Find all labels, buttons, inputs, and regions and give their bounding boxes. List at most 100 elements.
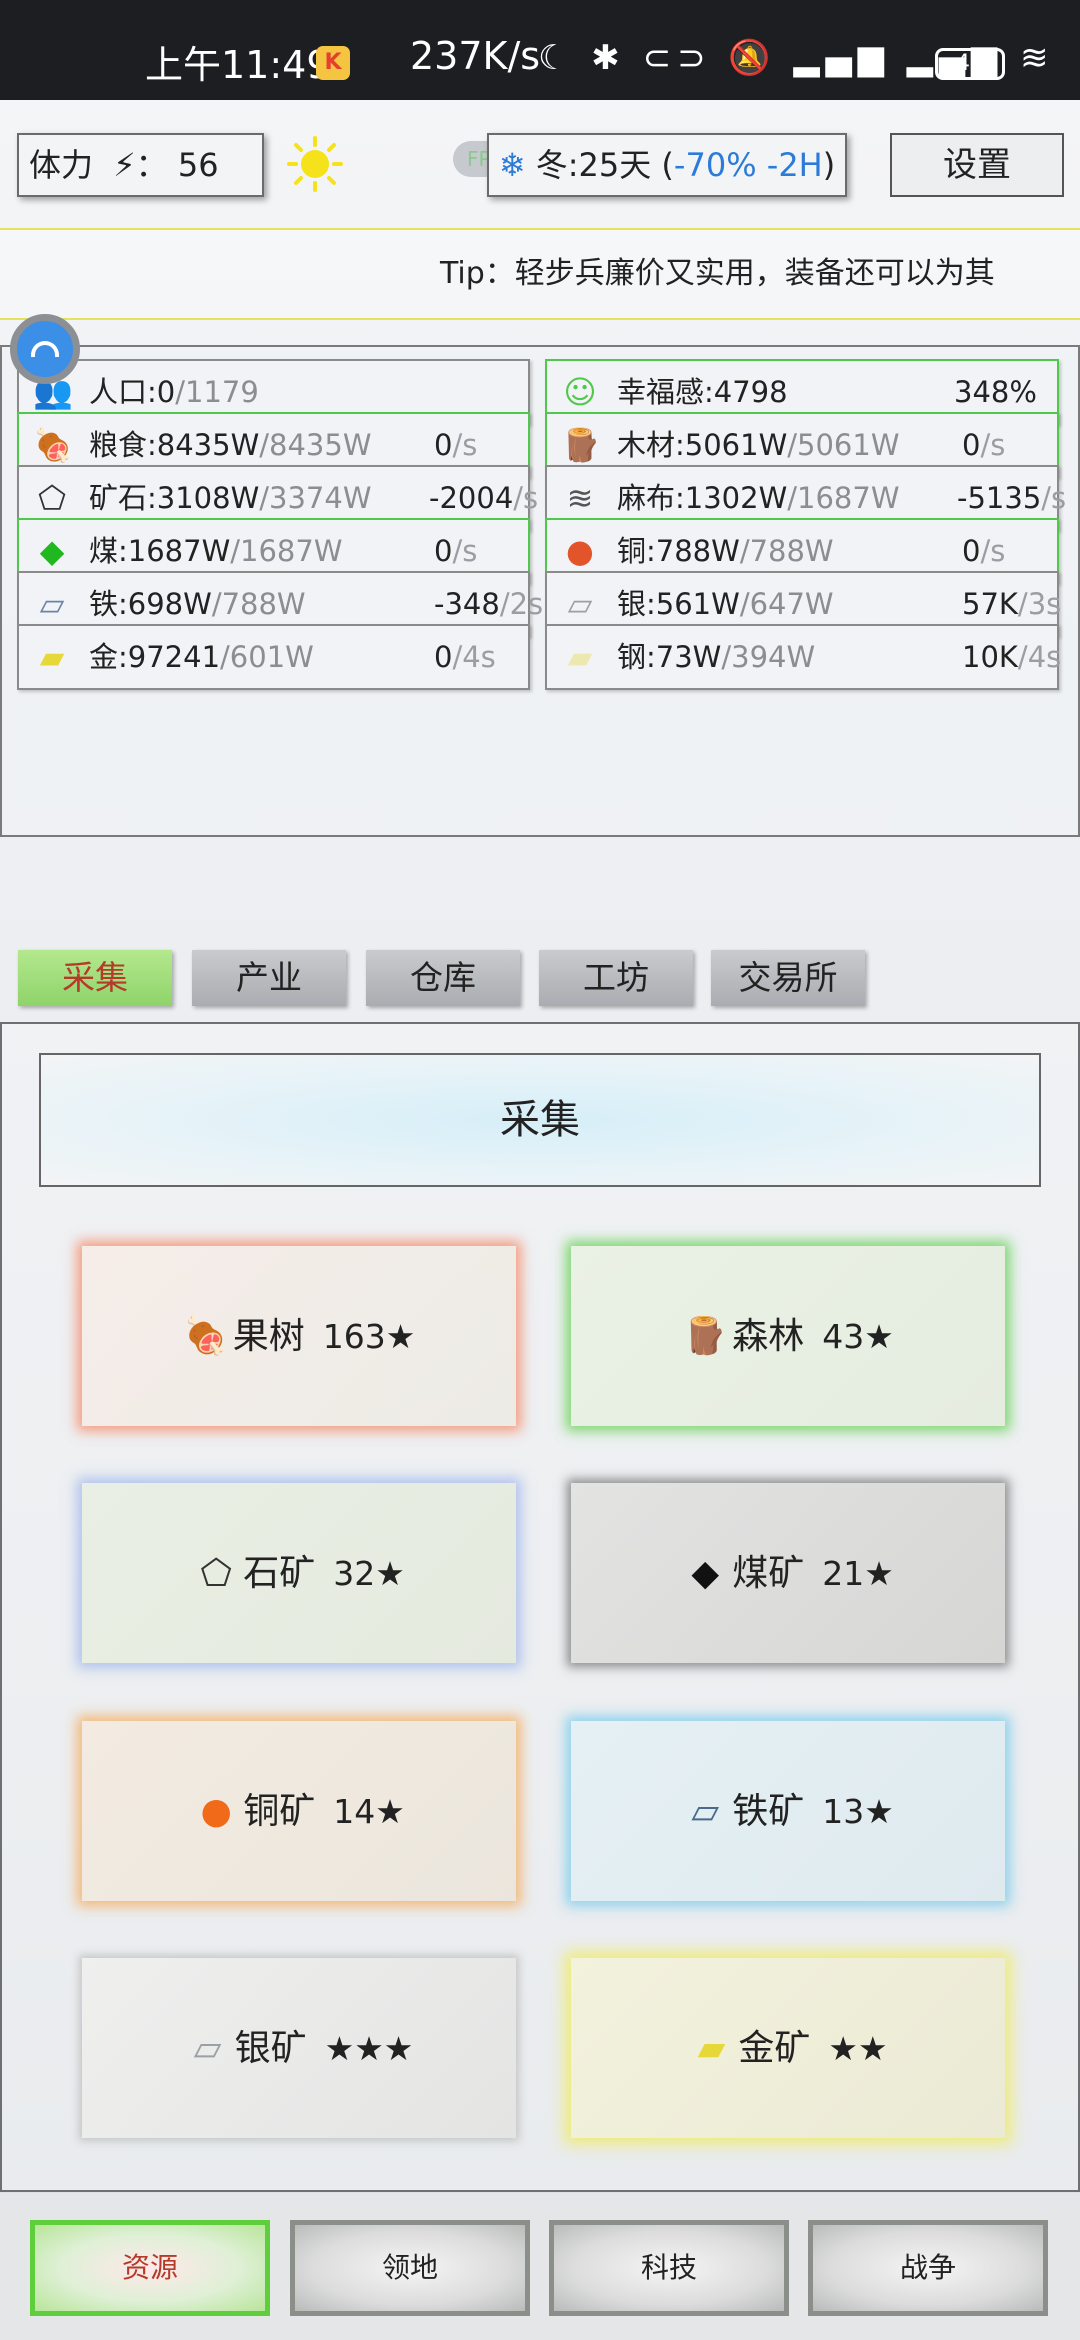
stamina-display: 体力 ⚡： 56 (17, 133, 264, 197)
gather-card-level: 163★ (322, 1317, 416, 1356)
resource-rate: 10K/4s (962, 626, 1061, 688)
floating-assistant-icon[interactable] (10, 314, 80, 384)
resource-icon: 🪵 (561, 426, 601, 464)
rate-value: 0 (434, 534, 453, 568)
resource-name: 铁:698W (89, 587, 212, 621)
rate-unit: /s (452, 428, 478, 462)
resource-icon: ⬠ (38, 479, 66, 517)
resource-amount: 钢:73W/394W (617, 626, 815, 688)
rate-value: 0 (962, 428, 981, 462)
season-modifier: -70% -2H (673, 146, 823, 184)
rate-value: 0 (962, 534, 981, 568)
stamina-value: 56 (177, 146, 219, 184)
gather-card-icon: ⬠ (200, 1553, 232, 1594)
tab-2[interactable]: 仓库 (366, 950, 520, 1006)
gather-card-level: 13★ (822, 1792, 894, 1831)
resource-capacity: /647W (739, 587, 834, 621)
gather-card-name: 果树 (232, 1316, 305, 1357)
rate-value: 0 (434, 640, 453, 674)
rate-unit: /4s (452, 640, 496, 674)
tab-4[interactable]: 交易所 (711, 950, 865, 1006)
rate-value: -5135 (957, 481, 1042, 515)
nav-button-1[interactable]: 领地 (290, 2220, 530, 2316)
gather-card[interactable]: ● 铜矿 14★ (82, 1721, 516, 1901)
resource-capacity: /1687W (787, 481, 900, 515)
gather-card-icon: ▱ (691, 1791, 720, 1832)
gather-card-icon: 🍖 (183, 1316, 229, 1357)
resource-capacity: /3374W (259, 481, 372, 515)
settings-button[interactable]: 设置 (890, 133, 1064, 197)
gather-card[interactable]: ▰ 金矿 ★★ (571, 1958, 1005, 2138)
resource-name: 铜:788W (617, 534, 740, 568)
gather-card-icon: ▰ (697, 2028, 726, 2069)
network-speed: 237K/s (410, 34, 541, 78)
gather-card[interactable]: 🪵 森林 43★ (571, 1246, 1005, 1426)
rate-unit: /s (980, 534, 1006, 568)
resource-icon: ◆ (39, 532, 65, 570)
gather-card[interactable]: 🍖 果树 163★ (82, 1246, 516, 1426)
resource-icon: ▱ (567, 585, 593, 623)
rate-value: 348% (954, 375, 1037, 409)
rate-unit: /s (980, 428, 1006, 462)
gather-card-name: 银矿 (234, 2028, 307, 2069)
tip-text: Tip：轻步兵廉价又实用，装备还可以为其 (440, 256, 995, 291)
resource-cell[interactable]: ▰ 金:97241/601W 0/4s (17, 624, 530, 690)
resource-name: 幸福感:4798 (617, 375, 788, 409)
resource-icon: ▱ (39, 585, 65, 623)
resource-icon: ▰ (567, 638, 593, 676)
resource-capacity: /394W (721, 640, 816, 674)
tab-3[interactable]: 工坊 (539, 950, 693, 1006)
gather-card-name: 铁矿 (732, 1791, 805, 1832)
status-time: 上午11:49 (145, 43, 331, 87)
resource-capacity: /1179 (175, 375, 259, 409)
season-close: ) (822, 146, 836, 184)
status-bar: 上午11:49 K 237K/s ☾ ✱ ⊂⊃ 🔕 ▂▄▆ ▂▄▆ ≋ 46 (0, 0, 1080, 100)
resource-icon: ☺ (563, 373, 597, 411)
resource-capacity: /5061W (787, 428, 900, 462)
gather-card-level: 43★ (822, 1317, 894, 1356)
nav-button-2[interactable]: 科技 (549, 2220, 789, 2316)
gather-card-level: 32★ (333, 1554, 405, 1593)
rate-value: -2004 (429, 481, 514, 515)
resource-amount: 金:97241/601W (89, 626, 314, 688)
gather-card-name: 煤矿 (732, 1553, 805, 1594)
app-notification-icon: K (316, 46, 350, 80)
tab-0[interactable]: 采集 (18, 950, 172, 1006)
gather-card-level: 21★ (822, 1554, 894, 1593)
gather-card-icon: ▱ (193, 2028, 222, 2069)
season-text: 冬:25天 ( (535, 146, 674, 184)
sun-weather-icon (287, 136, 343, 192)
stamina-label: 体力 (29, 146, 94, 184)
battery-icon: 46 (935, 48, 1005, 80)
resource-name: 钢:73W (617, 640, 722, 674)
rate-value: 57K (962, 587, 1018, 621)
rate-unit: /3s (1017, 587, 1062, 621)
tip-banner: Tip：轻步兵廉价又实用，装备还可以为其 (0, 228, 1080, 320)
rate-value: 10K (962, 640, 1018, 674)
rate-unit: /2s (499, 587, 544, 621)
nav-button-0[interactable]: 资源 (30, 2220, 270, 2316)
gather-card[interactable]: ▱ 银矿 ★★★ (82, 1958, 516, 2138)
gather-card-name: 铜矿 (243, 1791, 316, 1832)
gather-card[interactable]: ▱ 铁矿 13★ (571, 1721, 1005, 1901)
resource-name: 金:97241 (89, 640, 221, 674)
assistant-face (31, 341, 59, 357)
resource-rate: 0/4s (434, 626, 496, 688)
tab-1[interactable]: 产业 (192, 950, 346, 1006)
gather-card[interactable]: ⬠ 石矿 32★ (82, 1483, 516, 1663)
resource-name: 煤:1687W (89, 534, 231, 568)
gather-card-icon: 🪵 (682, 1316, 728, 1357)
gather-card-name: 金矿 (738, 2028, 811, 2069)
rate-value: 0 (434, 428, 453, 462)
resource-icon: ▰ (39, 638, 65, 676)
nav-button-3[interactable]: 战争 (808, 2220, 1048, 2316)
lightning-icon: ⚡： (113, 146, 168, 184)
resource-name: 银:561W (617, 587, 740, 621)
resource-icon: 🍖 (33, 426, 73, 464)
gather-card[interactable]: ◆ 煤矿 21★ (571, 1483, 1005, 1663)
rate-unit: /4s (1017, 640, 1062, 674)
resource-capacity: /788W (211, 587, 306, 621)
gather-card-icon: ◆ (691, 1553, 720, 1594)
resource-name: 粮食:8435W (89, 428, 260, 462)
resource-cell[interactable]: ▰ 钢:73W/394W 10K/4s (545, 624, 1061, 690)
